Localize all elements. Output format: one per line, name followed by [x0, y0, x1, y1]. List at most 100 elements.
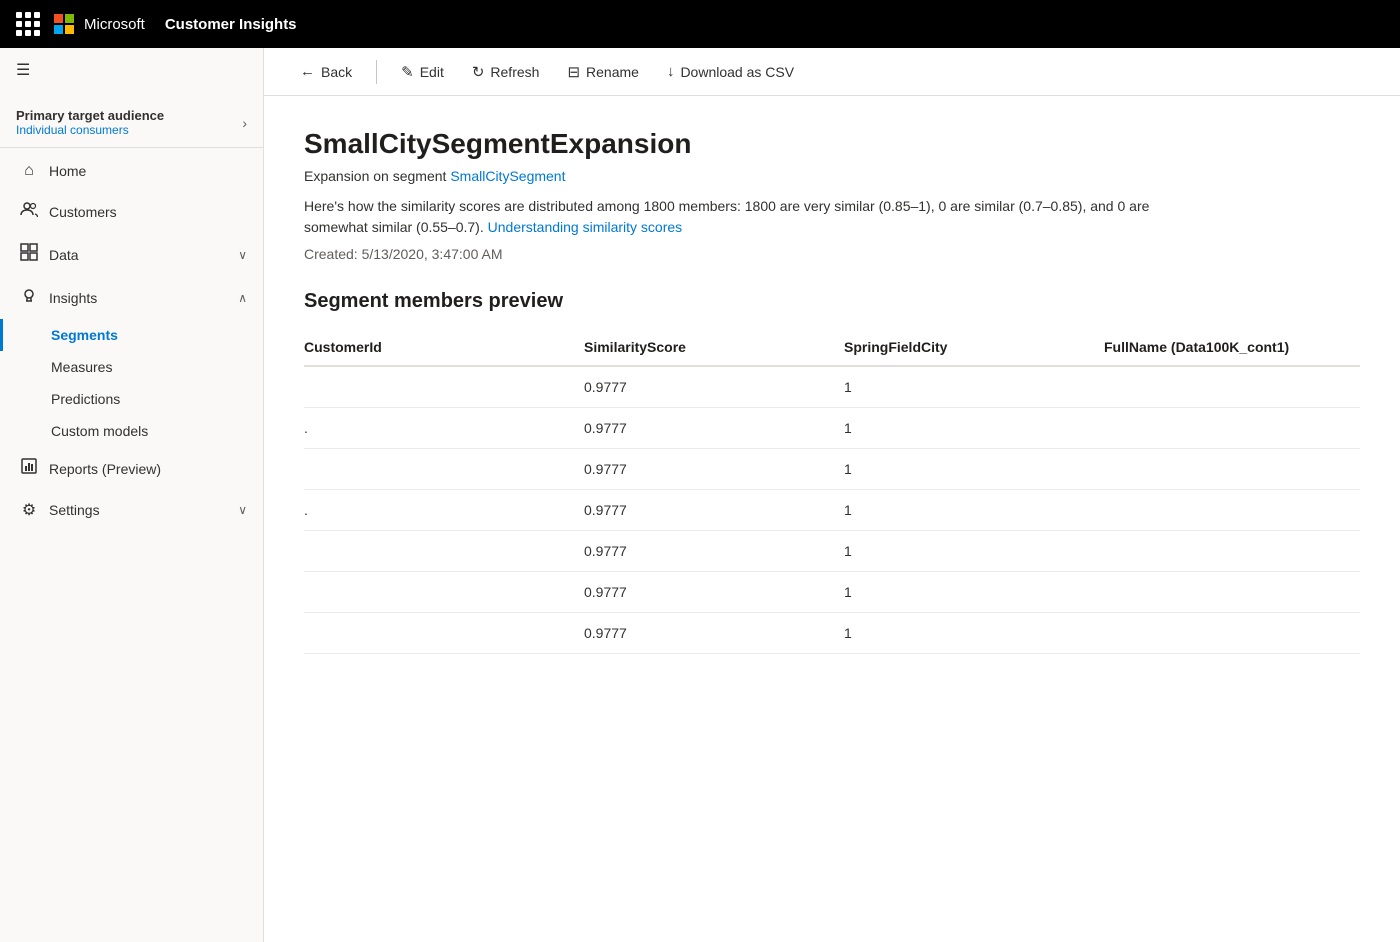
page-description: Here's how the similarity scores are dis…	[304, 196, 1204, 238]
brand-name: Microsoft	[84, 16, 145, 33]
col-header-springfieldcity: SpringFieldCity	[844, 329, 1104, 366]
segment-link[interactable]: SmallCitySegment	[450, 168, 565, 184]
sidebar-item-label: Home	[49, 163, 86, 179]
cell-customerid: .	[304, 490, 584, 531]
toolbar: ← Back ✎ Edit ↻ Refresh ⊟ Rename ↓ Downl…	[264, 48, 1400, 96]
section-title: Segment members preview	[304, 290, 1360, 313]
refresh-button[interactable]: ↻ Refresh	[460, 57, 552, 87]
cell-springfieldcity: 1	[844, 613, 1104, 654]
cell-similarity: 0.9777	[584, 531, 844, 572]
cell-customerid	[304, 572, 584, 613]
cell-springfieldcity: 1	[844, 531, 1104, 572]
download-button[interactable]: ↓ Download as CSV	[655, 57, 806, 86]
created-date: Created: 5/13/2020, 3:47:00 AM	[304, 246, 1360, 262]
cell-fullname	[1104, 531, 1360, 572]
insights-chevron-icon: ∧	[238, 291, 247, 305]
hamburger-button[interactable]: ☰	[0, 48, 263, 92]
cell-similarity: 0.9777	[584, 613, 844, 654]
sidebar-item-label: Insights	[49, 290, 97, 306]
microsoft-logo	[54, 14, 74, 34]
refresh-icon: ↻	[472, 63, 485, 81]
audience-title: Primary target audience	[16, 108, 164, 123]
sidebar-sub-label: Custom models	[51, 423, 148, 439]
sidebar-sub-label: Segments	[51, 327, 118, 343]
table-row: 0.9777 1	[304, 449, 1360, 490]
edit-icon: ✎	[401, 63, 414, 81]
home-icon: ⌂	[19, 162, 39, 180]
settings-chevron-icon: ∨	[238, 503, 247, 517]
sidebar-item-settings[interactable]: ⚙ Settings ∨	[0, 490, 263, 530]
data-chevron-icon: ∨	[238, 248, 247, 262]
cell-similarity: 0.9777	[584, 449, 844, 490]
audience-subtitle: Individual consumers	[16, 123, 164, 137]
cell-customerid	[304, 613, 584, 654]
table-row: 0.9777 1	[304, 613, 1360, 654]
cell-customerid	[304, 366, 584, 408]
sidebar-item-segments[interactable]: Segments	[0, 319, 263, 351]
cell-customerid: .	[304, 408, 584, 449]
sidebar-item-label: Settings	[49, 502, 100, 518]
similarity-scores-link[interactable]: Understanding similarity scores	[488, 219, 683, 235]
rename-icon: ⊟	[567, 63, 580, 81]
content-area: ← Back ✎ Edit ↻ Refresh ⊟ Rename ↓ Downl…	[264, 48, 1400, 942]
waffle-icon[interactable]	[16, 12, 40, 36]
edit-button[interactable]: ✎ Edit	[389, 57, 456, 87]
cell-springfieldcity: 1	[844, 490, 1104, 531]
sidebar-item-label: Reports (Preview)	[49, 461, 161, 477]
table-row: 0.9777 1	[304, 366, 1360, 408]
table-row: 0.9777 1	[304, 531, 1360, 572]
topbar: Microsoft Customer Insights	[0, 0, 1400, 48]
cell-fullname	[1104, 366, 1360, 408]
audience-selector[interactable]: Primary target audience Individual consu…	[0, 92, 263, 147]
toolbar-divider	[376, 60, 377, 84]
cell-fullname	[1104, 490, 1360, 531]
sidebar-item-insights[interactable]: Insights ∧	[0, 276, 263, 319]
cell-fullname	[1104, 449, 1360, 490]
sidebar-item-custom-models[interactable]: Custom models	[0, 415, 263, 447]
sidebar-item-measures[interactable]: Measures	[0, 351, 263, 383]
sidebar-item-data[interactable]: Data ∨	[0, 233, 263, 276]
audience-chevron-icon: ›	[242, 115, 247, 131]
col-header-fullname: FullName (Data100K_cont1)	[1104, 329, 1360, 366]
app-name: Customer Insights	[165, 16, 297, 33]
sidebar-sub-label: Measures	[51, 359, 112, 375]
customers-icon	[19, 200, 39, 223]
table-row: 0.9777 1	[304, 572, 1360, 613]
sidebar-item-label: Data	[49, 247, 79, 263]
sidebar-item-customers[interactable]: Customers	[0, 190, 263, 233]
cell-springfieldcity: 1	[844, 366, 1104, 408]
col-header-customerid: CustomerId	[304, 329, 584, 366]
settings-icon: ⚙	[19, 500, 39, 520]
sidebar-item-predictions[interactable]: Predictions	[0, 383, 263, 415]
cell-fullname	[1104, 613, 1360, 654]
table-row: . 0.9777 1	[304, 490, 1360, 531]
sidebar-item-reports[interactable]: Reports (Preview)	[0, 447, 263, 490]
page-content: SmallCitySegmentExpansion Expansion on s…	[264, 96, 1400, 942]
main-layout: ☰ Primary target audience Individual con…	[0, 48, 1400, 942]
cell-similarity: 0.9777	[584, 408, 844, 449]
description-text: Here's how the similarity scores are dis…	[304, 198, 1149, 235]
cell-customerid	[304, 449, 584, 490]
sidebar-item-home[interactable]: ⌂ Home	[0, 152, 263, 190]
cell-fullname	[1104, 408, 1360, 449]
page-title: SmallCitySegmentExpansion	[304, 128, 1360, 160]
members-table: CustomerId SimilarityScore SpringFieldCi…	[304, 329, 1360, 654]
cell-springfieldcity: 1	[844, 572, 1104, 613]
col-header-similarity: SimilarityScore	[584, 329, 844, 366]
cell-similarity: 0.9777	[584, 366, 844, 408]
rename-button[interactable]: ⊟ Rename	[555, 57, 651, 87]
page-subtitle: Expansion on segment SmallCitySegment	[304, 168, 1360, 184]
sidebar-divider	[0, 147, 263, 148]
subtitle-prefix: Expansion on segment	[304, 168, 450, 184]
cell-customerid	[304, 531, 584, 572]
insights-icon	[19, 286, 39, 309]
data-icon	[19, 243, 39, 266]
download-icon: ↓	[667, 63, 675, 80]
sidebar-item-label: Customers	[49, 204, 117, 220]
cell-springfieldcity: 1	[844, 449, 1104, 490]
cell-similarity: 0.9777	[584, 490, 844, 531]
reports-icon	[19, 457, 39, 480]
back-button[interactable]: ← Back	[288, 57, 364, 86]
cell-springfieldcity: 1	[844, 408, 1104, 449]
sidebar: ☰ Primary target audience Individual con…	[0, 48, 264, 942]
